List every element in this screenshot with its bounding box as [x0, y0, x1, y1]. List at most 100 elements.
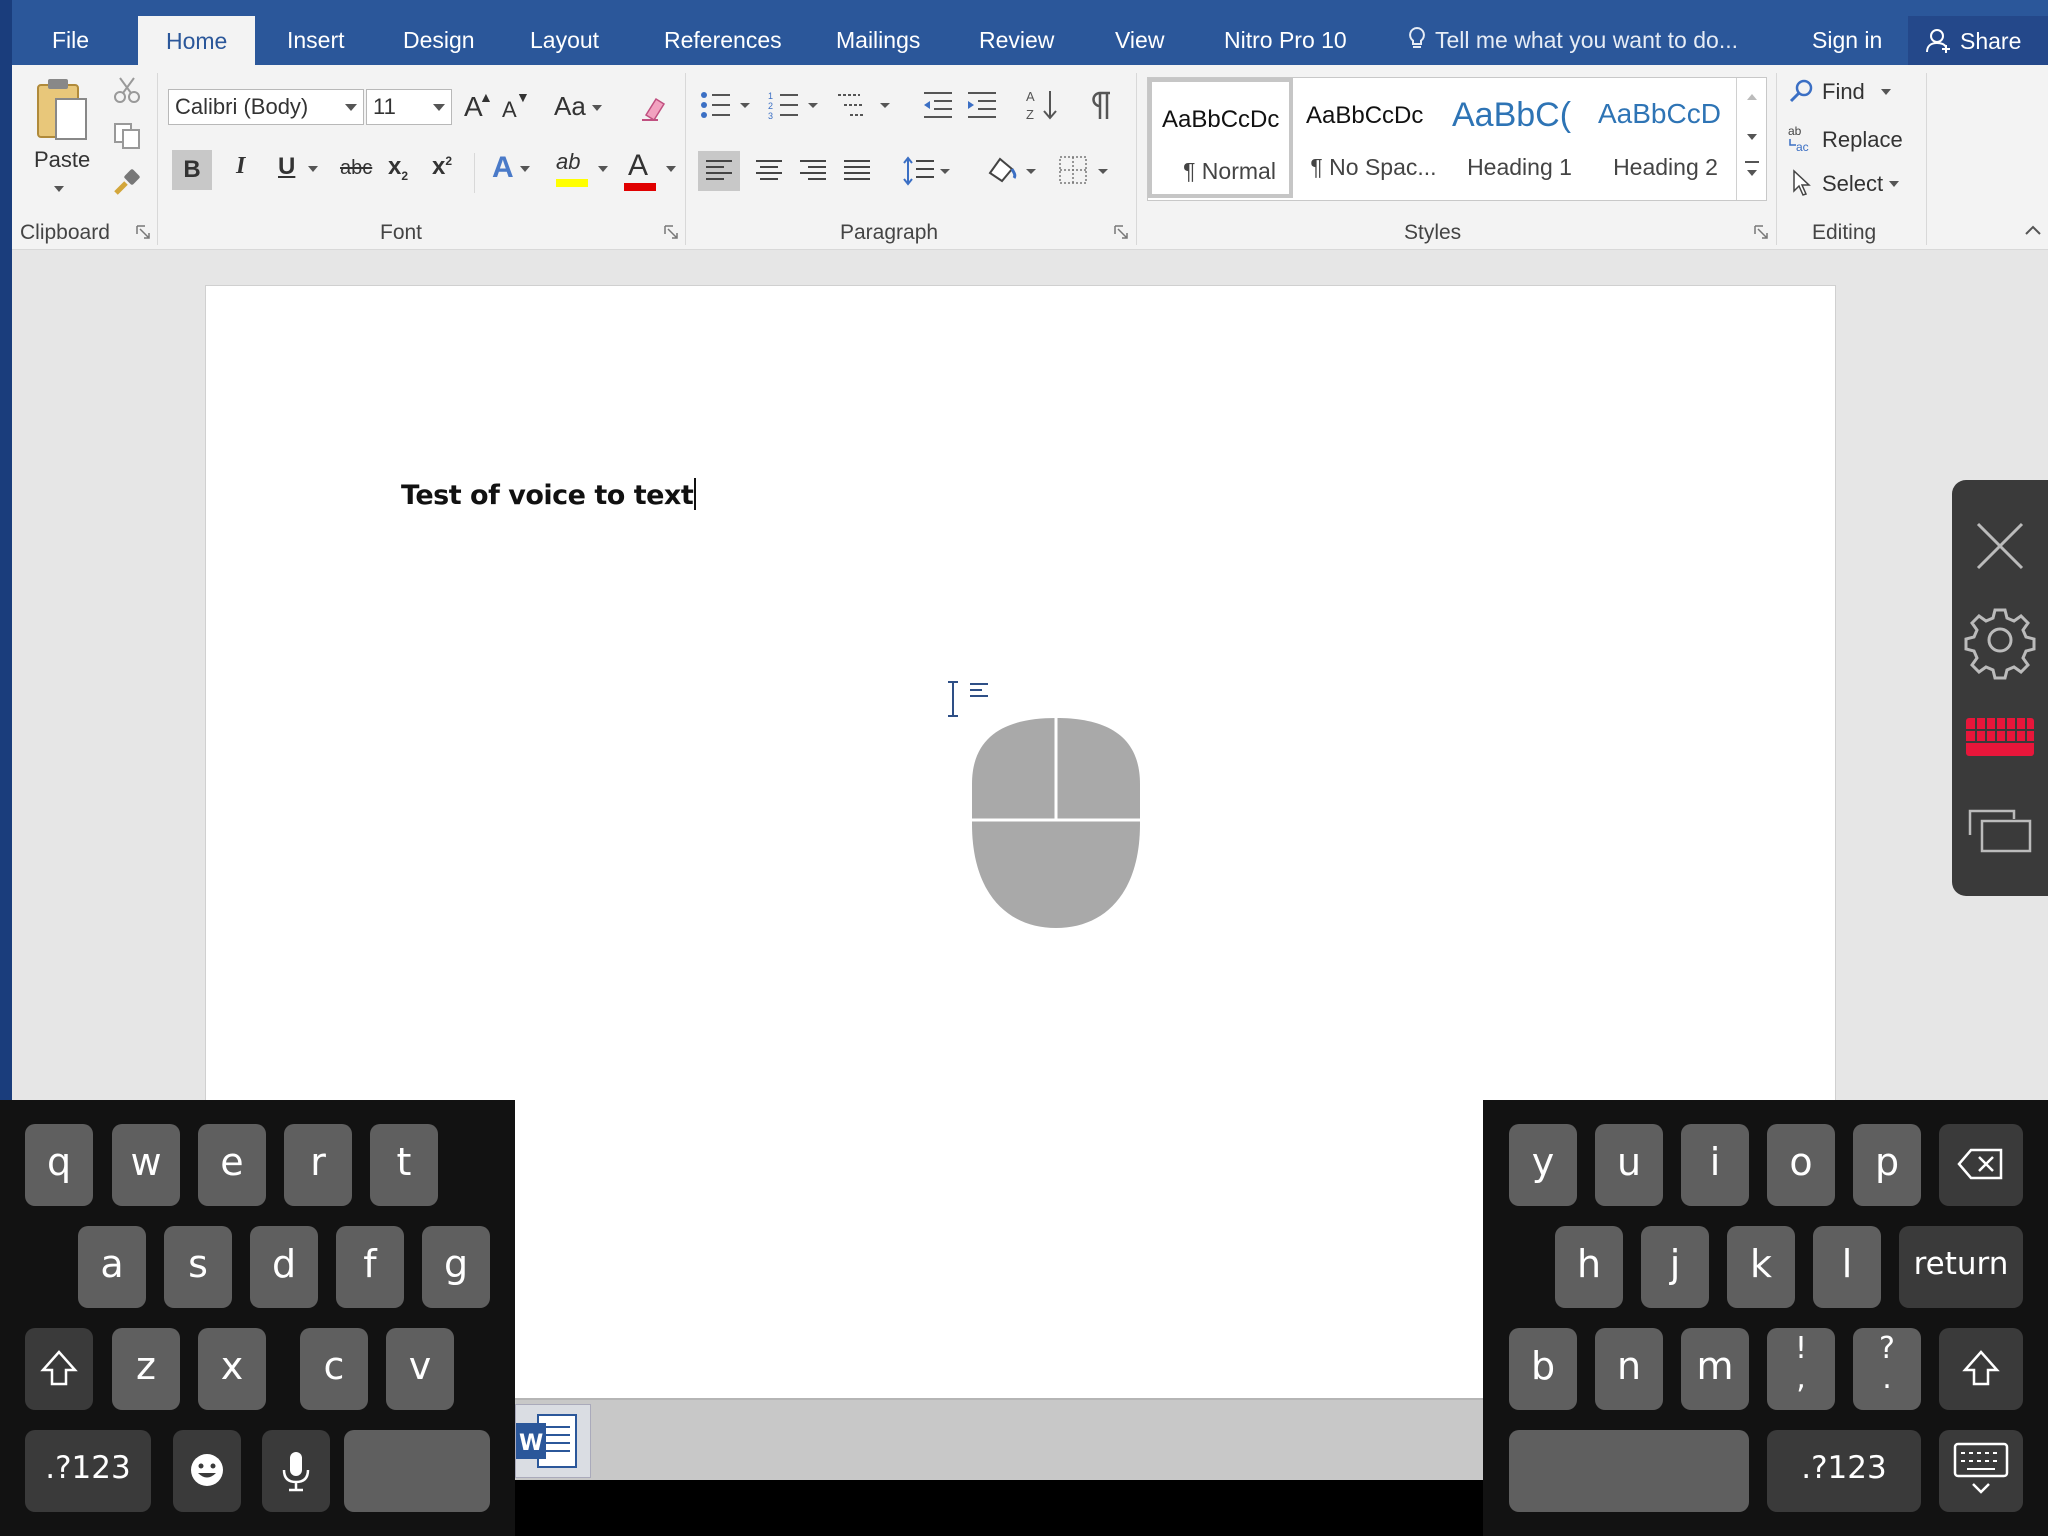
key-w[interactable]: w — [112, 1124, 180, 1206]
dictation-key[interactable] — [262, 1430, 330, 1512]
space-key-right[interactable] — [1509, 1430, 1749, 1512]
key-a[interactable]: a — [78, 1226, 146, 1308]
tab-home[interactable]: Home — [138, 16, 256, 65]
sort-icon[interactable]: AZ — [1026, 87, 1058, 123]
show-formatting-marks-icon[interactable] — [1088, 89, 1114, 121]
tab-design[interactable]: Design — [403, 0, 475, 65]
key-t[interactable]: t — [370, 1124, 438, 1206]
sign-in-link[interactable]: Sign in — [1812, 0, 1882, 65]
increase-indent-icon[interactable] — [964, 89, 1000, 121]
paste-dropdown-icon[interactable] — [54, 183, 68, 193]
format-painter-icon[interactable] — [112, 167, 142, 197]
style-heading-2[interactable]: AaBbCcD Heading 2 — [1588, 78, 1733, 198]
document-text[interactable]: Test of voice to text — [401, 478, 697, 511]
backspace-key[interactable] — [1939, 1124, 2023, 1206]
style-heading-1[interactable]: AaBbC( Heading 1 — [1442, 78, 1587, 198]
key-v[interactable]: v — [386, 1328, 454, 1410]
superscript-button[interactable]: x2 — [432, 153, 452, 181]
decrease-indent-icon[interactable] — [920, 89, 956, 121]
italic-button[interactable]: I — [236, 153, 245, 180]
underline-dropdown-icon[interactable] — [308, 163, 318, 181]
tab-review[interactable]: Review — [979, 0, 1054, 65]
key-q[interactable]: q — [25, 1124, 93, 1206]
hide-keyboard-key[interactable] — [1939, 1430, 2023, 1512]
share-button[interactable]: Share — [1908, 16, 2048, 65]
key-p[interactable]: p — [1853, 1124, 1921, 1206]
select-button[interactable]: Select — [1790, 169, 1900, 197]
highlight-dropdown-icon[interactable] — [598, 163, 608, 181]
highlight-button[interactable]: ab — [556, 149, 580, 175]
key-n[interactable]: n — [1595, 1328, 1663, 1410]
replace-button[interactable]: ab ac Replace — [1788, 123, 1903, 154]
tab-layout[interactable]: Layout — [530, 0, 599, 65]
paste-label[interactable]: Paste — [34, 147, 90, 173]
key-c[interactable]: c — [300, 1328, 368, 1410]
key-s[interactable]: s — [164, 1226, 232, 1308]
tab-mailings[interactable]: Mailings — [836, 0, 920, 65]
key-h[interactable]: h — [1555, 1226, 1623, 1308]
shading-icon[interactable] — [984, 151, 1040, 191]
settings-button[interactable] — [1952, 595, 2048, 685]
key-u[interactable]: u — [1595, 1124, 1663, 1206]
tab-file[interactable]: File — [52, 0, 89, 65]
key-l[interactable]: l — [1813, 1226, 1881, 1308]
key-question-period[interactable]: ?. — [1853, 1328, 1921, 1410]
cut-icon[interactable] — [112, 75, 142, 105]
text-effects-dropdown-icon[interactable] — [520, 163, 530, 181]
justify-icon[interactable] — [840, 151, 874, 191]
window-switch-button[interactable] — [1952, 785, 2048, 875]
numbers-key-left[interactable]: .?123 — [25, 1430, 151, 1512]
key-y[interactable]: y — [1509, 1124, 1577, 1206]
text-effects-button[interactable]: A — [492, 151, 514, 185]
key-r[interactable]: r — [284, 1124, 352, 1206]
subscript-button[interactable]: x2 — [388, 153, 408, 183]
paragraph-dialog-launcher-icon[interactable] — [1114, 225, 1128, 239]
tab-view[interactable]: View — [1115, 0, 1164, 65]
key-d[interactable]: d — [250, 1226, 318, 1308]
key-e[interactable]: e — [198, 1124, 266, 1206]
key-z[interactable]: z — [112, 1328, 180, 1410]
space-key-left[interactable] — [344, 1430, 490, 1512]
shift-key-right[interactable] — [1939, 1328, 2023, 1410]
word-app-taskbar-button[interactable]: W — [515, 1404, 591, 1478]
key-j[interactable]: j — [1641, 1226, 1709, 1308]
strikethrough-button[interactable]: abc — [340, 157, 372, 180]
key-b[interactable]: b — [1509, 1328, 1577, 1410]
font-size-combo[interactable]: 11 — [366, 89, 452, 125]
line-spacing-icon[interactable] — [902, 151, 954, 191]
style-no-spacing[interactable]: AaBbCcDc ¶ No Spac... — [1296, 78, 1441, 198]
tab-references[interactable]: References — [664, 0, 782, 65]
styles-dialog-launcher-icon[interactable] — [1754, 225, 1768, 239]
copy-icon[interactable] — [112, 121, 142, 151]
find-button[interactable]: Find — [1788, 77, 1891, 105]
key-exclamation-comma[interactable]: !, — [1767, 1328, 1835, 1410]
tab-nitro-pro[interactable]: Nitro Pro 10 — [1224, 0, 1347, 65]
font-name-combo[interactable]: Calibri (Body) — [168, 89, 364, 125]
emoji-key[interactable] — [173, 1430, 241, 1512]
tell-me-search[interactable]: Tell me what you want to do... — [1407, 0, 1738, 65]
underline-button[interactable]: U — [278, 153, 295, 181]
key-f[interactable]: f — [336, 1226, 404, 1308]
keyboard-toggle-button[interactable] — [1952, 690, 2048, 780]
key-k[interactable]: k — [1727, 1226, 1795, 1308]
key-x[interactable]: x — [198, 1328, 266, 1410]
shift-key-left[interactable] — [25, 1328, 93, 1410]
shrink-font-button[interactable]: A — [502, 97, 517, 123]
tab-insert[interactable]: Insert — [287, 0, 345, 65]
clear-formatting-icon[interactable] — [640, 93, 670, 123]
bold-button[interactable]: B — [172, 150, 212, 190]
change-case-button[interactable]: Aa — [554, 91, 602, 122]
key-o[interactable]: o — [1767, 1124, 1835, 1206]
key-m[interactable]: m — [1681, 1328, 1749, 1410]
clipboard-dialog-launcher-icon[interactable] — [136, 225, 150, 239]
key-g[interactable]: g — [422, 1226, 490, 1308]
font-color-button[interactable]: A — [628, 149, 648, 183]
collapse-ribbon-icon[interactable] — [2024, 223, 2042, 237]
key-i[interactable]: i — [1681, 1124, 1749, 1206]
numbering-icon[interactable]: 123 — [768, 89, 822, 121]
numbers-key-right[interactable]: .?123 — [1767, 1430, 1921, 1512]
align-left-icon[interactable] — [698, 151, 740, 191]
align-center-icon[interactable] — [752, 151, 786, 191]
multilevel-list-icon[interactable] — [836, 89, 894, 121]
font-dialog-launcher-icon[interactable] — [664, 225, 678, 239]
